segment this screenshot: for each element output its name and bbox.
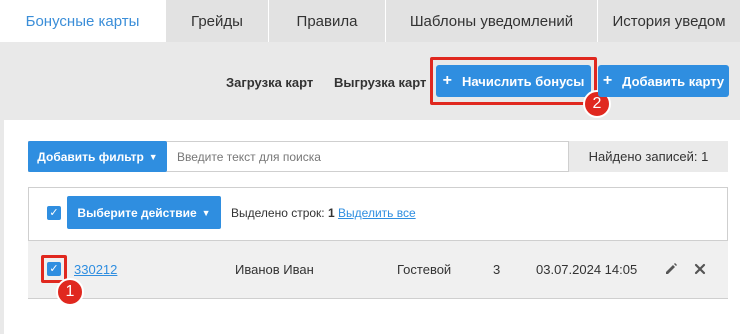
add-filter-button[interactable]: Добавить фильтр ▼ [28, 141, 167, 172]
plus-icon: + [602, 72, 613, 89]
found-records: Найдено записей: 1 [568, 141, 728, 172]
accrue-bonuses-button[interactable]: + Начислить бонусы [436, 65, 591, 97]
tabs-bar: Бонусные карты Грейды Правила Шаблоны ув… [0, 0, 740, 42]
add-card-label: Добавить карту [622, 73, 725, 89]
owner-name: Иванов Иван [235, 262, 314, 277]
selected-rows-info: Выделено строк: 1 Выделить все [231, 206, 416, 220]
edit-pencil-icon[interactable] [664, 262, 678, 276]
add-filter-label: Добавить фильтр [37, 149, 144, 164]
select-all-link[interactable]: Выделить все [338, 206, 416, 220]
add-card-button[interactable]: + Добавить карту [598, 65, 729, 97]
tab-grades[interactable]: Грейды [166, 0, 269, 42]
card-number-link[interactable]: 330212 [74, 262, 117, 277]
plus-icon: + [442, 72, 452, 89]
date: 03.07.2024 14:05 [536, 262, 638, 277]
delete-close-icon[interactable] [693, 262, 707, 276]
search-input[interactable] [168, 142, 567, 171]
select-action-label: Выберите действие [77, 205, 197, 220]
tab-notification-history[interactable]: История уведом [598, 0, 740, 42]
selected-rows-label: Выделено строк: [231, 206, 325, 220]
select-action-button[interactable]: Выберите действие ▼ [67, 196, 221, 229]
selected-rows-count: 1 [328, 206, 335, 220]
row-checkbox[interactable]: ✓ [47, 262, 61, 276]
tab-rules[interactable]: Правила [269, 0, 386, 42]
download-cards-button[interactable]: Выгрузка карт [334, 75, 426, 90]
accrue-bonuses-label: Начислить бонусы [461, 73, 585, 89]
tab-notification-templates[interactable]: Шаблоны уведомлений [386, 0, 598, 42]
select-all-checkbox[interactable]: ✓ [47, 206, 61, 220]
grade: Гостевой [397, 262, 452, 277]
annotation-badge-1: 1 [56, 278, 84, 306]
caret-down-icon: ▼ [201, 207, 211, 218]
caret-down-icon: ▼ [148, 151, 158, 162]
count: 3 [493, 262, 501, 277]
upload-cards-button[interactable]: Загрузка карт [226, 75, 313, 90]
tab-bonus-cards[interactable]: Бонусные карты [0, 0, 166, 42]
